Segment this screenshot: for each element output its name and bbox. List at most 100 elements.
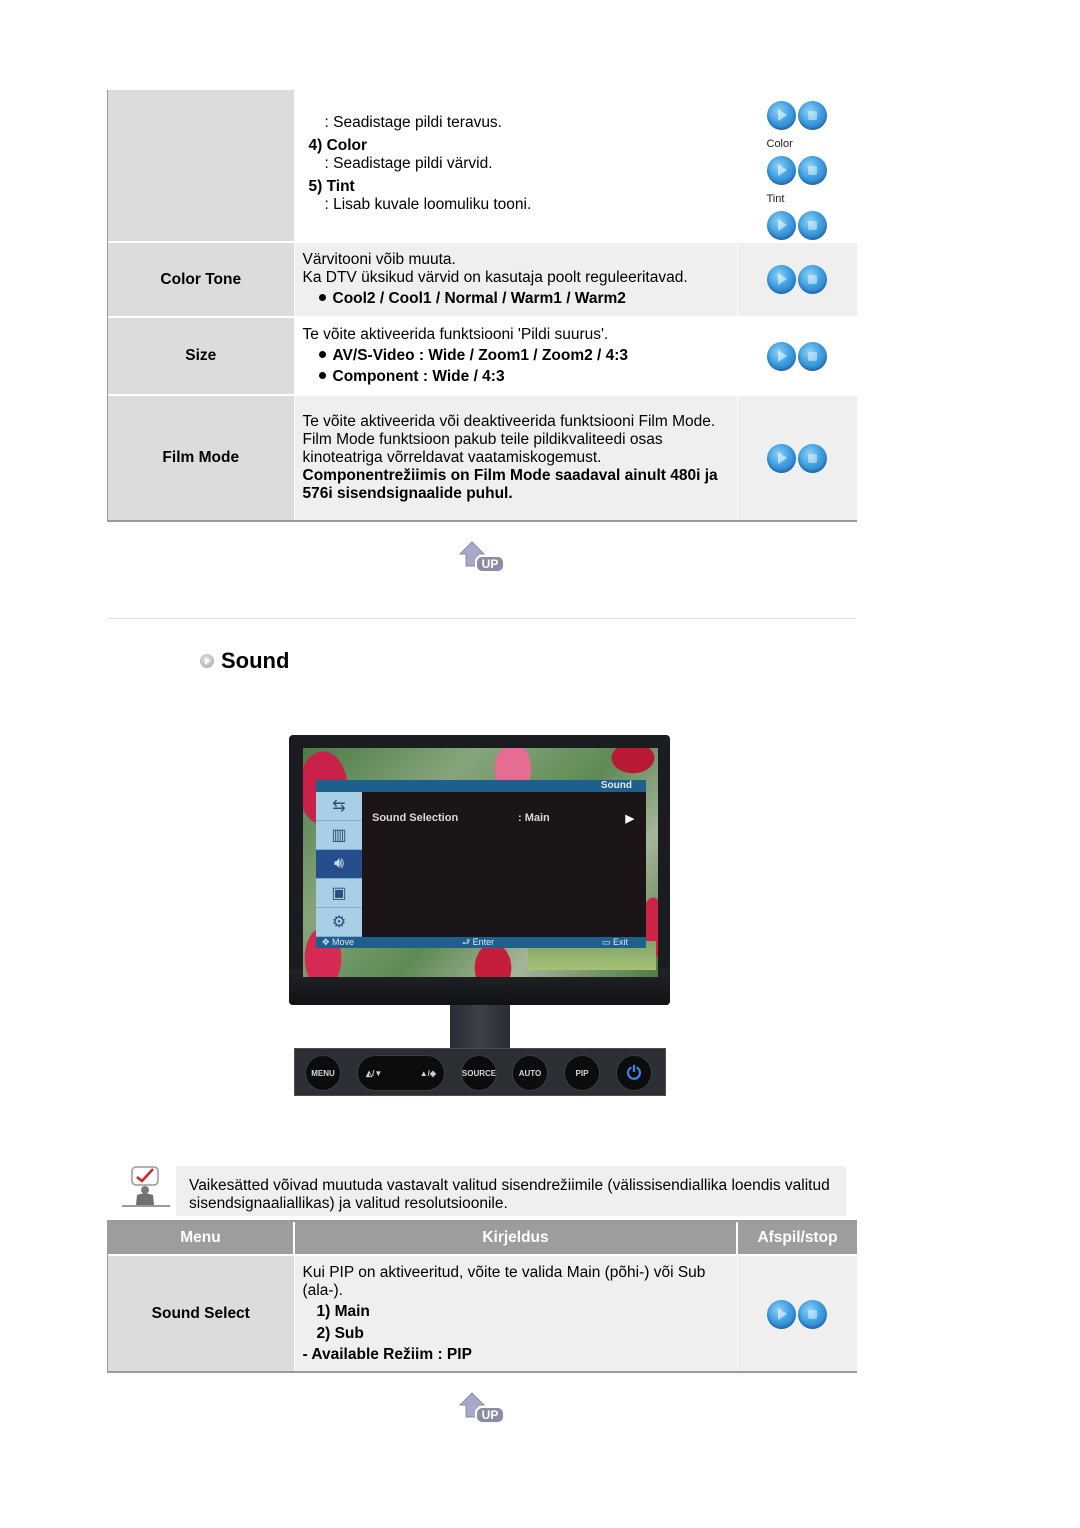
description-cell: Te võite aktiveerida või deaktiveerida f… <box>294 394 737 520</box>
table-header-row: Menu Kirjeldus Afspil/stop <box>108 1222 857 1255</box>
svg-text:UP: UP <box>482 1408 499 1422</box>
option-item: 1) Main <box>316 1303 370 1320</box>
menu-cell: Size <box>108 316 295 395</box>
play-icon[interactable] <box>766 101 796 130</box>
monitor-stand-neck <box>450 1005 510 1048</box>
power-icon: ⏻ <box>616 1055 652 1091</box>
play-stop-cell <box>736 394 857 520</box>
osd-content: Sound Selection : Main ▶ <box>362 792 646 937</box>
panel-pip-button: PIP <box>564 1055 600 1091</box>
option-item: 2) Sub <box>316 1325 364 1342</box>
circle-arrow-bullet-icon <box>200 654 214 668</box>
bullet-item: AV/S-Video : Wide / Zoom1 / Zoom2 / 4:3 <box>303 347 729 365</box>
play-icon[interactable] <box>766 156 796 185</box>
table-row: : Seadistage pildi teravus. 4) Color : S… <box>108 90 857 242</box>
menu-cell: Sound Select <box>108 1254 295 1372</box>
sound-settings-table: Menu Kirjeldus Afspil/stop Sound Select … <box>108 1222 857 1372</box>
tint-label: Tint <box>766 193 785 205</box>
stop-icon[interactable] <box>797 211 827 240</box>
play-icon[interactable] <box>767 1299 797 1329</box>
tint-desc: : Lisab kuvale loomuliku tooni. <box>324 196 532 213</box>
section-heading: Sound <box>200 648 289 674</box>
header-menu: Menu <box>108 1222 295 1255</box>
pip-icon: ▣ <box>316 879 362 908</box>
desc-line: Te võite aktiveerida või deaktiveerida f… <box>302 413 716 430</box>
osd-item-sound-selection: Sound Selection : Main ▶ <box>372 812 634 825</box>
bullet-item: Component : Wide / 4:3 <box>303 368 729 386</box>
picture-settings-table: : Seadistage pildi teravus. 4) Color : S… <box>108 90 857 520</box>
stop-icon[interactable] <box>798 443 828 473</box>
stop-icon[interactable] <box>797 101 827 130</box>
sound-icon: 🔊︎ <box>316 850 362 879</box>
panel-auto-button: AUTO <box>512 1055 548 1091</box>
monitor-illustration: Sound ⇆ ▥ 🔊︎ ▣ ⚙ Sound Selection : Main … <box>289 735 670 1005</box>
section-title: Sound <box>221 648 290 673</box>
stop-icon[interactable] <box>798 265 828 294</box>
table-row: Film Mode Te võite aktiveerida või deakt… <box>108 394 857 520</box>
menu-cell <box>108 90 295 242</box>
osd-menu: Sound ⇆ ▥ 🔊︎ ▣ ⚙ Sound Selection : Main … <box>316 780 646 948</box>
section-divider <box>108 618 856 619</box>
table-row: Size Te võite aktiveerida funktsiooni 'P… <box>108 316 857 395</box>
desc-note: Componentrežiimis on Film Mode saadaval … <box>302 467 718 502</box>
play-icon[interactable] <box>767 443 797 473</box>
osd-tabs: ⇆ ▥ 🔊︎ ▣ ⚙ <box>316 792 362 937</box>
play-stop-cell <box>736 1254 857 1372</box>
setup-icon: ⚙ <box>316 908 362 937</box>
description-cell: Kui PIP on aktiveeritud, võite te valida… <box>294 1254 737 1372</box>
header-description: Kirjeldus <box>294 1222 738 1255</box>
stop-icon[interactable] <box>798 341 828 371</box>
menu-cell: Film Mode <box>108 394 295 520</box>
tint-heading: 5) Tint <box>308 178 355 195</box>
svg-text:UP: UP <box>482 557 499 571</box>
description-cell: Värvitooni võib muuta. Ka DTV üksikud vä… <box>294 241 737 317</box>
desc-line: Kui PIP on aktiveeritud, võite te valida… <box>302 1264 706 1299</box>
table-row: Color Tone Värvitooni võib muuta. Ka DTV… <box>108 241 857 317</box>
color-heading: 4) Color <box>308 137 368 154</box>
osd-exit-hint: ▭ Exit <box>601 937 628 947</box>
panel-menu-button: MENU <box>305 1055 341 1091</box>
osd-move-hint: ✥ Move <box>322 937 355 947</box>
play-icon[interactable] <box>767 341 797 371</box>
osd-title: Sound <box>316 780 646 792</box>
note-checkmark-icon <box>122 1166 170 1207</box>
play-icon[interactable] <box>766 211 796 240</box>
picture-icon: ▥ <box>316 821 362 850</box>
tint-play-stop <box>766 211 827 240</box>
monitor-control-panel: MENU ◭/▼ ▲/◈ SOURCE AUTO PIP ⏻ <box>294 1048 666 1096</box>
desc-line: Värvitooni võib muuta. <box>302 251 456 268</box>
description-cell: Te võite aktiveerida funktsiooni 'Pildi … <box>294 316 737 395</box>
play-stop-cell: Color Tint <box>736 90 857 242</box>
menu-cell: Color Tone <box>108 241 295 317</box>
header-play-stop: Afspil/stop <box>737 1222 857 1255</box>
table-row: Sound Select Kui PIP on aktiveeritud, võ… <box>108 1254 857 1372</box>
note-text: Vaikesätted võivad muutuda vastavalt val… <box>176 1166 846 1216</box>
osd-enter-hint: ⮐ Enter <box>461 937 495 947</box>
desc-line: Film Mode funktsioon pakub teile pildikv… <box>302 431 663 466</box>
input-icon: ⇆ <box>316 792 362 821</box>
stop-icon[interactable] <box>797 156 827 185</box>
available-mode: - Available Režiim : PIP <box>302 1346 472 1363</box>
color-desc: : Seadistage pildi värvid. <box>324 155 493 172</box>
up-arrow-icon[interactable]: UP <box>458 540 508 576</box>
sharpness-play-stop <box>766 101 827 130</box>
monitor-screen: Sound ⇆ ▥ 🔊︎ ▣ ⚙ Sound Selection : Main … <box>303 748 658 977</box>
right-arrow-icon: ▶ <box>625 813 634 825</box>
panel-source-button: SOURCE <box>461 1055 497 1091</box>
bullet-item: Cool2 / Cool1 / Normal / Warm1 / Warm2 <box>303 290 729 308</box>
desc-line: Ka DTV üksikud värvid on kasutaja poolt … <box>302 269 688 286</box>
sharpness-desc: : Seadistage pildi teravus. <box>324 114 503 131</box>
play-stop-cell <box>736 241 857 317</box>
color-play-stop <box>766 156 827 185</box>
up-arrow-icon[interactable]: UP <box>458 1391 508 1427</box>
play-icon[interactable] <box>767 265 797 294</box>
table-border-bottom <box>107 1371 857 1373</box>
stop-icon[interactable] <box>798 1299 828 1329</box>
description-cell: : Seadistage pildi teravus. 4) Color : S… <box>294 90 737 242</box>
panel-brightness-volume-button: ◭/▼ ▲/◈ <box>357 1055 445 1091</box>
play-stop-cell <box>736 316 857 395</box>
color-label: Color <box>766 138 793 150</box>
osd-footer: ✥ Move ⮐ Enter ▭ Exit <box>316 937 646 948</box>
desc-line: Te võite aktiveerida funktsiooni 'Pildi … <box>302 326 609 343</box>
table-border-bottom <box>107 520 857 522</box>
